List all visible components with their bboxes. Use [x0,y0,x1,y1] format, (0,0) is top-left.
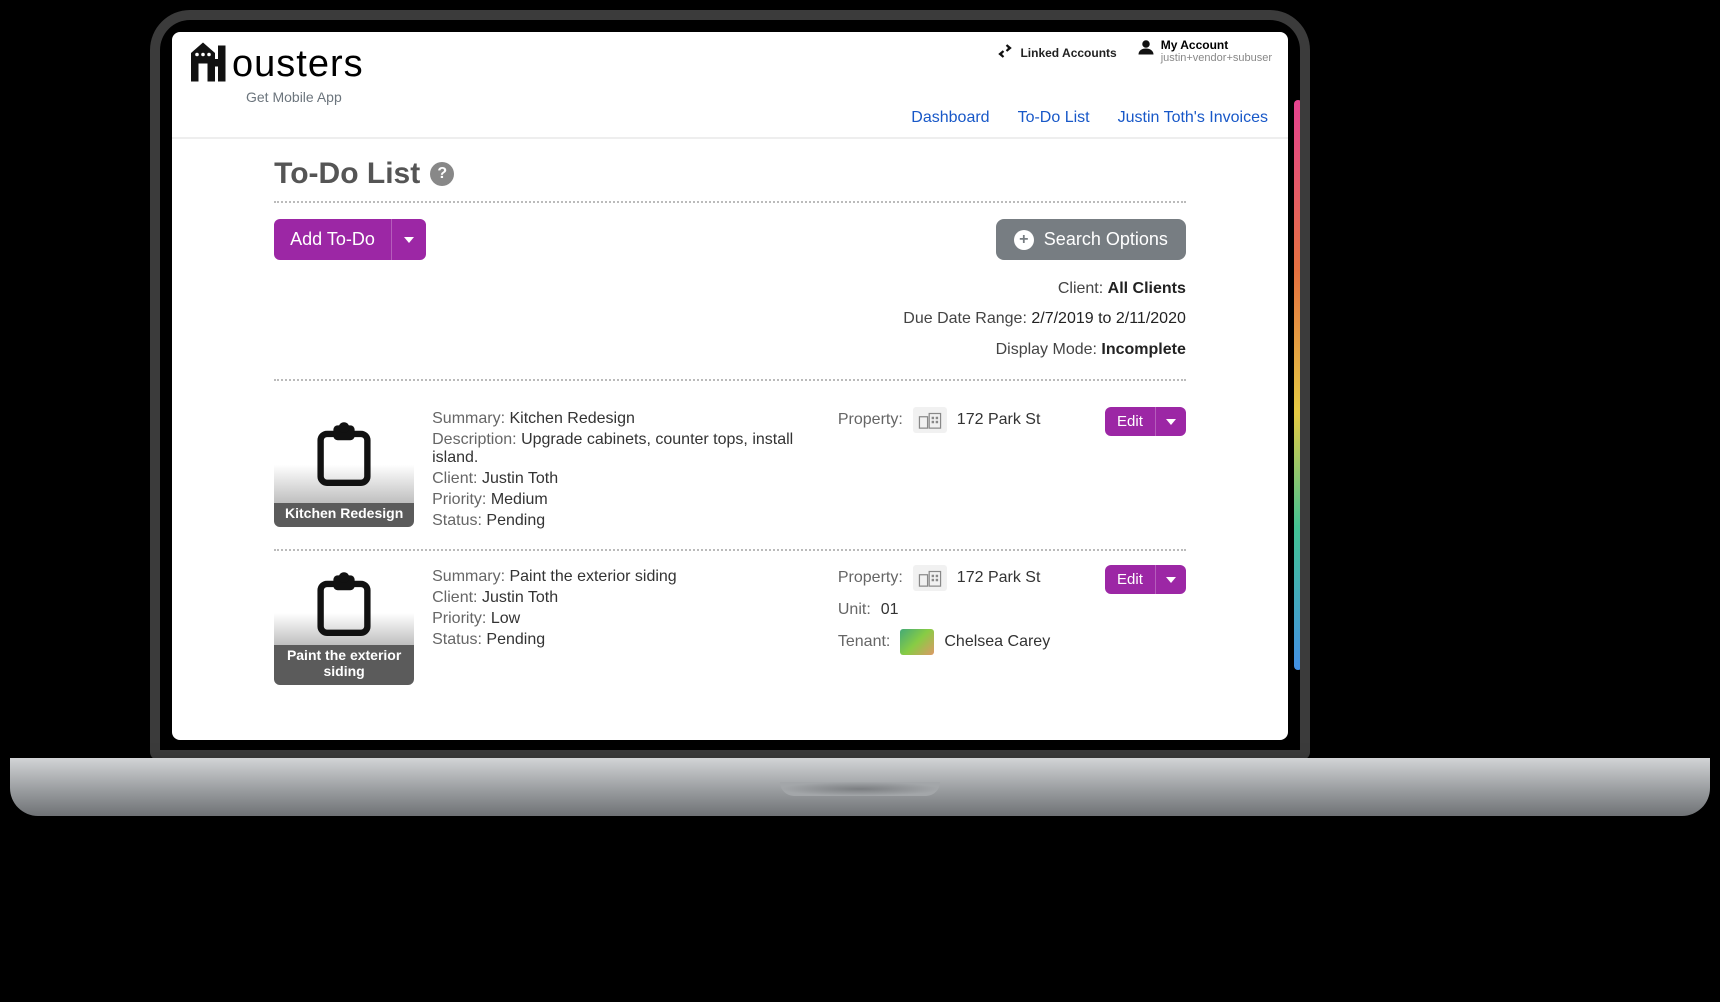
screen: ousters Get Mobile App Linked Accounts [172,32,1288,740]
filter-client-value: All Clients [1108,280,1186,297]
get-mobile-app-link[interactable]: Get Mobile App [246,89,364,105]
my-account-username: justin+vendor+subuser [1161,52,1272,64]
title-divider [274,201,1186,203]
filter-summary: Client: All Clients Due Date Range: 2/7/… [274,274,1186,365]
status-value: Pending [486,631,545,648]
item-property-col: Property: 172 Park St Unit: 01 [838,565,1068,685]
status-value: Pending [486,512,545,529]
logo-h-icon [188,38,236,91]
tenant-photo-icon [900,629,934,655]
main-nav: Dashboard To-Do List Justin Toth's Invoi… [172,105,1288,137]
clipboard-icon [310,419,378,492]
todo-list: Kitchen Redesign Summary: Kitchen Redesi… [274,397,1186,695]
action-row: Add To-Do + Search Options [274,219,1186,260]
help-icon[interactable]: ? [430,162,454,186]
clipboard-icon [310,569,378,642]
swap-icon [996,44,1014,61]
client-label: Client: [432,589,477,606]
content-area: To-Do List ? Add To-Do + [250,139,1210,701]
add-todo-group: Add To-Do [274,219,426,260]
app-header: ousters Get Mobile App Linked Accounts [172,32,1288,105]
summary-label: Summary: [432,410,505,427]
thumbnail-caption: Paint the exterior siding [274,645,414,685]
brand-logo[interactable]: ousters [188,38,364,91]
item-details: Summary: Kitchen Redesign Description: U… [432,407,820,533]
item-details: Summary: Paint the exterior siding Clien… [432,565,820,685]
description-label: Description: [432,431,516,448]
unit-value: 01 [881,601,899,619]
building-icon [913,407,947,433]
tenant-label: Tenant: [838,633,890,651]
chevron-down-icon [1166,419,1176,425]
add-todo-button[interactable]: Add To-Do [274,219,391,260]
filter-client-label: Client: [1058,280,1103,297]
client-label: Client: [432,470,477,487]
summary-label: Summary: [432,568,505,585]
search-options-button[interactable]: + Search Options [996,219,1186,260]
todo-thumbnail[interactable]: Kitchen Redesign [274,407,414,527]
property-value[interactable]: 172 Park St [957,569,1041,587]
item-actions: Edit [1086,565,1186,685]
filter-date-label: Due Date Range: [903,310,1027,327]
thumbnail-caption: Kitchen Redesign [274,503,414,527]
plus-circle-icon: + [1014,230,1034,250]
frame-accent-strip [1294,100,1302,670]
nav-invoices[interactable]: Justin Toth's Invoices [1118,109,1268,127]
laptop-base [10,758,1710,816]
priority-label: Priority: [432,610,486,627]
linked-accounts-label: Linked Accounts [1020,46,1116,60]
edit-dropdown[interactable] [1155,407,1186,436]
my-account-title: My Account [1161,38,1272,52]
page-title-text: To-Do List [274,157,420,191]
priority-value: Low [491,610,520,627]
client-value: Justin Toth [482,589,558,606]
building-icon [913,565,947,591]
property-label: Property: [838,569,903,587]
search-options-label: Search Options [1044,229,1168,250]
filter-display-mode-value: Incomplete [1101,341,1185,358]
brand-block: ousters Get Mobile App [188,38,364,105]
edit-button[interactable]: Edit [1105,565,1155,594]
edit-dropdown[interactable] [1155,565,1186,594]
filter-display-mode-label: Display Mode: [996,341,1097,358]
brand-name: ousters [232,43,364,86]
todo-thumbnail[interactable]: Paint the exterior siding [274,565,414,685]
list-item: Paint the exterior siding Summary: Paint… [274,549,1186,695]
summary-value: Kitchen Redesign [509,410,634,427]
add-todo-dropdown[interactable] [391,219,426,260]
laptop-frame: ousters Get Mobile App Linked Accounts [150,10,1310,760]
linked-accounts-link[interactable]: Linked Accounts [996,38,1116,61]
tenant-value[interactable]: Chelsea Carey [944,633,1050,651]
client-value: Justin Toth [482,470,558,487]
status-label: Status: [432,512,482,529]
summary-value: Paint the exterior siding [509,568,676,585]
edit-button[interactable]: Edit [1105,407,1155,436]
priority-label: Priority: [432,491,486,508]
nav-todo-list[interactable]: To-Do List [1018,109,1090,127]
page-title: To-Do List ? [274,157,1186,191]
nav-dashboard[interactable]: Dashboard [911,109,989,127]
status-label: Status: [432,631,482,648]
item-actions: Edit [1086,407,1186,533]
account-area: Linked Accounts My Account justin+vendor… [996,38,1272,64]
chevron-down-icon [1166,577,1176,583]
property-value[interactable]: 172 Park St [957,411,1041,429]
list-item: Kitchen Redesign Summary: Kitchen Redesi… [274,397,1186,543]
my-account-link[interactable]: My Account justin+vendor+subuser [1137,38,1272,64]
user-icon [1137,38,1155,59]
property-label: Property: [838,411,903,429]
stage: ousters Get Mobile App Linked Accounts [0,0,1720,1002]
add-todo-label: Add To-Do [290,229,375,250]
priority-value: Medium [491,491,548,508]
unit-label: Unit: [838,601,871,619]
filter-date-value: 2/7/2019 to 2/11/2020 [1031,310,1186,327]
list-divider [274,379,1186,381]
item-property-col: Property: 172 Park St [838,407,1068,533]
chevron-down-icon [404,237,414,243]
